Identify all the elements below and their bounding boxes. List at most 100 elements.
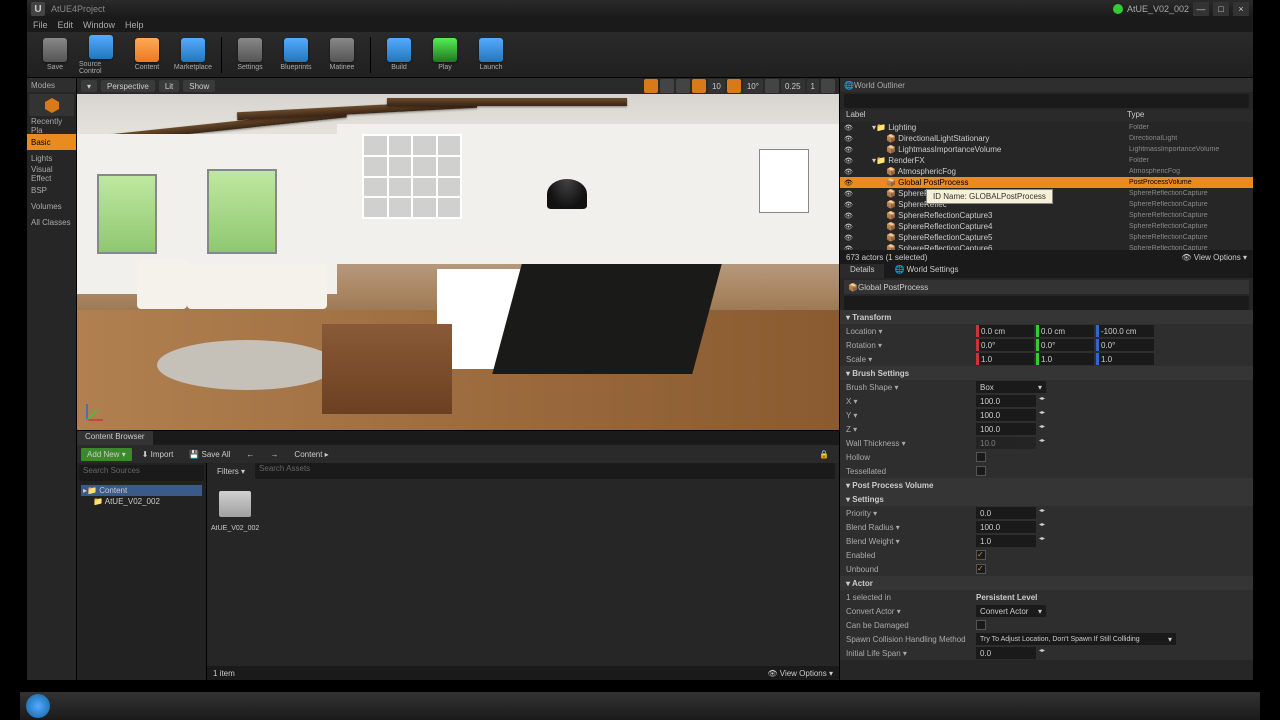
y-field[interactable]: 0.0° <box>1036 339 1094 351</box>
scale-snap-button[interactable] <box>765 79 779 93</box>
visibility-icon[interactable]: 👁 <box>844 157 854 165</box>
section-settings[interactable]: ▾ Settings <box>840 492 1253 506</box>
outliner-row[interactable]: 👁📦 SphereReflectionCapture3SphereReflect… <box>840 210 1253 221</box>
maximize-viewport-button[interactable] <box>821 79 835 93</box>
search-assets-input[interactable]: Search Assets <box>255 463 835 479</box>
z-field[interactable]: 0.0° <box>1096 339 1154 351</box>
import-button[interactable]: ⬇ Import <box>136 448 180 461</box>
checkbox[interactable] <box>976 564 986 574</box>
outliner-row[interactable]: 👁▾📁 RenderFXFolder <box>840 155 1253 166</box>
save-button[interactable]: Save <box>33 34 77 76</box>
maximize-button[interactable]: □ <box>1213 2 1229 16</box>
outliner-view-options[interactable]: 👁 View Options ▾ <box>1181 253 1247 262</box>
content-button[interactable]: Content <box>125 34 169 76</box>
snap-surface-button[interactable] <box>676 79 690 93</box>
place-category-volumes[interactable]: Volumes <box>27 198 76 214</box>
place-mode-button[interactable] <box>29 94 74 116</box>
number-field[interactable]: 0.0 <box>976 507 1036 519</box>
menu-edit[interactable]: Edit <box>58 20 74 30</box>
section-post-process-volume[interactable]: ▾ Post Process Volume <box>840 478 1253 492</box>
path-fwd-button[interactable]: → <box>264 448 284 461</box>
checkbox[interactable] <box>976 452 986 462</box>
transform-mode-button[interactable] <box>644 79 658 93</box>
view-options-button[interactable]: 👁 View Options ▾ <box>767 669 833 678</box>
outliner-row[interactable]: 👁📦 LightmassImportanceVolumeLightmassImp… <box>840 144 1253 155</box>
path-back-button[interactable]: ← <box>240 448 260 461</box>
outliner-row[interactable]: 👁📦 SphereReflectionCapture4SphereReflect… <box>840 221 1253 232</box>
x-field[interactable]: 0.0 cm <box>976 325 1034 337</box>
place-category-visual-effect[interactable]: Visual Effect <box>27 166 76 182</box>
cb-tab-label[interactable]: Content Browser <box>77 431 153 445</box>
perspective-button[interactable]: Perspective <box>101 80 155 92</box>
place-category-lights[interactable]: Lights <box>27 150 76 166</box>
search-sources-input[interactable]: Search Sources <box>79 465 204 481</box>
outliner-row[interactable]: 👁📦 SphereReflectionCapture6SphereReflect… <box>840 243 1253 250</box>
start-button[interactable] <box>26 694 50 718</box>
number-field[interactable]: 1.0 <box>976 535 1036 547</box>
viewport[interactable] <box>77 94 839 430</box>
visibility-icon[interactable]: 👁 <box>844 212 854 220</box>
tree-item-folder[interactable]: 📁 AtUE_V02_002 <box>81 496 202 507</box>
visibility-icon[interactable]: 👁 <box>844 223 854 231</box>
source-control-button[interactable]: Source Control <box>79 34 123 76</box>
section-actor[interactable]: ▾ Actor <box>840 576 1253 590</box>
z-field[interactable]: -100.0 cm <box>1096 325 1154 337</box>
place-category-all-classes[interactable]: All Classes <box>27 214 76 230</box>
launch-button[interactable]: Launch <box>469 34 513 76</box>
outliner-row[interactable]: 👁▾📁 LightingFolder <box>840 122 1253 133</box>
outliner-row[interactable]: 👁📦 AtmosphericFogAtmosphericFog <box>840 166 1253 177</box>
menu-file[interactable]: File <box>33 20 48 30</box>
visibility-icon[interactable]: 👁 <box>844 168 854 176</box>
checkbox[interactable] <box>976 550 986 560</box>
outliner-row[interactable]: 👁📦 DirectionalLightStationaryDirectional… <box>840 133 1253 144</box>
x-field[interactable]: 1.0 <box>976 353 1034 365</box>
close-button[interactable]: × <box>1233 2 1249 16</box>
actor-name-field[interactable]: 📦 Global PostProcess <box>844 280 1249 294</box>
matinee-button[interactable]: Matinee <box>320 34 364 76</box>
y-field[interactable]: 1.0 <box>1036 353 1094 365</box>
visibility-icon[interactable]: 👁 <box>844 201 854 209</box>
source-control-icon[interactable] <box>1113 4 1123 14</box>
visibility-icon[interactable]: 👁 <box>844 190 854 198</box>
visibility-icon[interactable]: 👁 <box>844 234 854 242</box>
blueprints-button[interactable]: Blueprints <box>274 34 318 76</box>
number-field[interactable]: 100.0 <box>976 423 1036 435</box>
filters-button[interactable]: Filters ▾ <box>211 465 251 478</box>
coord-button[interactable] <box>660 79 674 93</box>
build-button[interactable]: Build <box>377 34 421 76</box>
checkbox[interactable] <box>976 466 986 476</box>
grid-snap-button[interactable] <box>692 79 706 93</box>
play-button[interactable]: Play <box>423 34 467 76</box>
angle-value[interactable]: 10° <box>743 79 763 93</box>
z-field[interactable]: 1.0 <box>1096 353 1154 365</box>
menu-help[interactable]: Help <box>125 20 144 30</box>
tab-details[interactable]: Details <box>840 264 884 278</box>
grid-snap-value[interactable]: 10 <box>708 79 725 93</box>
visibility-icon[interactable]: 👁 <box>844 135 854 143</box>
number-field[interactable]: 100.0 <box>976 395 1036 407</box>
camera-speed[interactable]: 1 <box>807 79 819 93</box>
y-field[interactable]: 0.0 cm <box>1036 325 1094 337</box>
visibility-icon[interactable]: 👁 <box>844 124 854 132</box>
number-field[interactable]: 100.0 <box>976 521 1036 533</box>
place-category-bsp[interactable]: BSP <box>27 182 76 198</box>
place-category-recently-pla[interactable]: Recently Pla <box>27 118 76 134</box>
tree-item-content[interactable]: ▸📁 Content <box>81 485 202 496</box>
number-field[interactable]: 0.0 <box>976 647 1036 659</box>
x-field[interactable]: 0.0° <box>976 339 1034 351</box>
minimize-button[interactable]: — <box>1193 2 1209 16</box>
marketplace-button[interactable]: Marketplace <box>171 34 215 76</box>
section-brush-settings[interactable]: ▾ Brush Settings <box>840 366 1253 380</box>
visibility-icon[interactable]: 👁 <box>844 146 854 154</box>
section-transform[interactable]: ▾ Transform <box>840 310 1253 324</box>
details-search-input[interactable] <box>844 296 1249 310</box>
add-new-button[interactable]: Add New ▾ <box>81 448 132 461</box>
dropdown[interactable]: Try To Adjust Location, Don't Spawn If S… <box>976 633 1176 645</box>
visibility-icon[interactable]: 👁 <box>844 179 854 187</box>
settings-button[interactable]: Settings <box>228 34 272 76</box>
tab-world-settings[interactable]: 🌐 World Settings <box>884 264 968 278</box>
outliner-search-input[interactable] <box>844 94 1249 108</box>
angle-snap-button[interactable] <box>727 79 741 93</box>
folder-item[interactable]: AtUE_V02_002 <box>211 483 259 532</box>
lock-button[interactable]: 🔒 <box>813 448 835 461</box>
